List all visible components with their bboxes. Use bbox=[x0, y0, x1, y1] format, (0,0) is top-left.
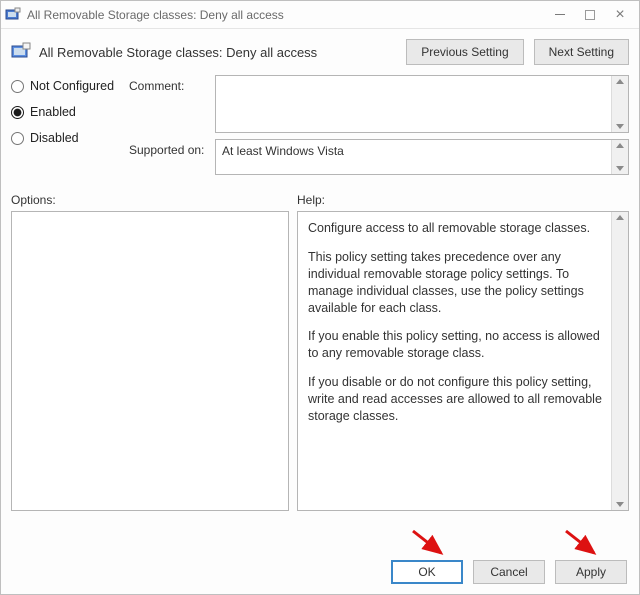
close-button[interactable]: × bbox=[613, 8, 627, 22]
radio-not-configured[interactable]: Not Configured bbox=[11, 79, 123, 93]
previous-setting-button[interactable]: Previous Setting bbox=[406, 39, 523, 65]
options-label: Options: bbox=[11, 193, 297, 207]
radio-disabled[interactable]: Disabled bbox=[11, 131, 123, 145]
supported-label: Supported on: bbox=[129, 139, 215, 157]
dialog-content: All Removable Storage classes: Deny all … bbox=[1, 29, 639, 550]
help-scrollbar[interactable] bbox=[611, 212, 628, 510]
radio-enabled-input[interactable] bbox=[11, 106, 24, 119]
window-title: All Removable Storage classes: Deny all … bbox=[27, 8, 553, 22]
apply-button[interactable]: Apply bbox=[555, 560, 627, 584]
radio-disabled-input[interactable] bbox=[11, 132, 24, 145]
supported-scrollbar[interactable] bbox=[611, 140, 628, 174]
help-pane: Configure access to all removable storag… bbox=[297, 211, 629, 511]
dialog-window: All Removable Storage classes: Deny all … bbox=[0, 0, 640, 595]
nav-buttons: Previous Setting Next Setting bbox=[406, 39, 629, 65]
options-pane bbox=[11, 211, 289, 511]
help-paragraph: If you enable this policy setting, no ac… bbox=[308, 328, 606, 362]
help-paragraph: Configure access to all removable storag… bbox=[308, 220, 606, 237]
comment-row: Comment: bbox=[129, 75, 629, 133]
help-paragraph: This policy setting takes precedence ove… bbox=[308, 249, 606, 317]
cancel-button[interactable]: Cancel bbox=[473, 560, 545, 584]
radio-disabled-label: Disabled bbox=[30, 131, 79, 145]
comment-textarea[interactable] bbox=[215, 75, 629, 133]
window-buttons: × bbox=[553, 8, 635, 22]
scroll-up-icon[interactable] bbox=[616, 215, 624, 220]
supported-row: Supported on: At least Windows Vista bbox=[129, 139, 629, 175]
help-label: Help: bbox=[297, 193, 325, 207]
scroll-down-icon[interactable] bbox=[616, 124, 624, 129]
minimize-button[interactable] bbox=[553, 8, 567, 22]
scroll-up-icon[interactable] bbox=[616, 143, 624, 148]
next-setting-button[interactable]: Next Setting bbox=[534, 39, 629, 65]
radio-enabled[interactable]: Enabled bbox=[11, 105, 123, 119]
fields-column: Comment: Supported on: At least Windows … bbox=[129, 75, 629, 181]
maximize-button[interactable] bbox=[585, 10, 595, 20]
comment-label: Comment: bbox=[129, 75, 215, 93]
scroll-down-icon[interactable] bbox=[616, 166, 624, 171]
footer: OK Cancel Apply bbox=[1, 550, 639, 594]
radio-not-configured-label: Not Configured bbox=[30, 79, 114, 93]
radio-not-configured-input[interactable] bbox=[11, 80, 24, 93]
titlebar: All Removable Storage classes: Deny all … bbox=[1, 1, 639, 29]
radio-enabled-label: Enabled bbox=[30, 105, 76, 119]
comment-scrollbar[interactable] bbox=[611, 76, 628, 132]
supported-on-box: At least Windows Vista bbox=[215, 139, 629, 175]
pane-labels: Options: Help: bbox=[11, 193, 629, 207]
scroll-down-icon[interactable] bbox=[616, 502, 624, 507]
settings-row: Not Configured Enabled Disabled Comment: bbox=[11, 75, 629, 181]
panes-row: Configure access to all removable storag… bbox=[11, 211, 629, 542]
supported-on-value: At least Windows Vista bbox=[222, 144, 344, 158]
policy-name: All Removable Storage classes: Deny all … bbox=[39, 45, 398, 60]
header-row: All Removable Storage classes: Deny all … bbox=[11, 39, 629, 65]
policy-header-icon bbox=[11, 42, 31, 62]
ok-button[interactable]: OK bbox=[391, 560, 463, 584]
state-radios: Not Configured Enabled Disabled bbox=[11, 75, 123, 181]
scroll-up-icon[interactable] bbox=[616, 79, 624, 84]
help-paragraph: If you disable or do not configure this … bbox=[308, 374, 606, 425]
policy-icon bbox=[5, 7, 21, 23]
